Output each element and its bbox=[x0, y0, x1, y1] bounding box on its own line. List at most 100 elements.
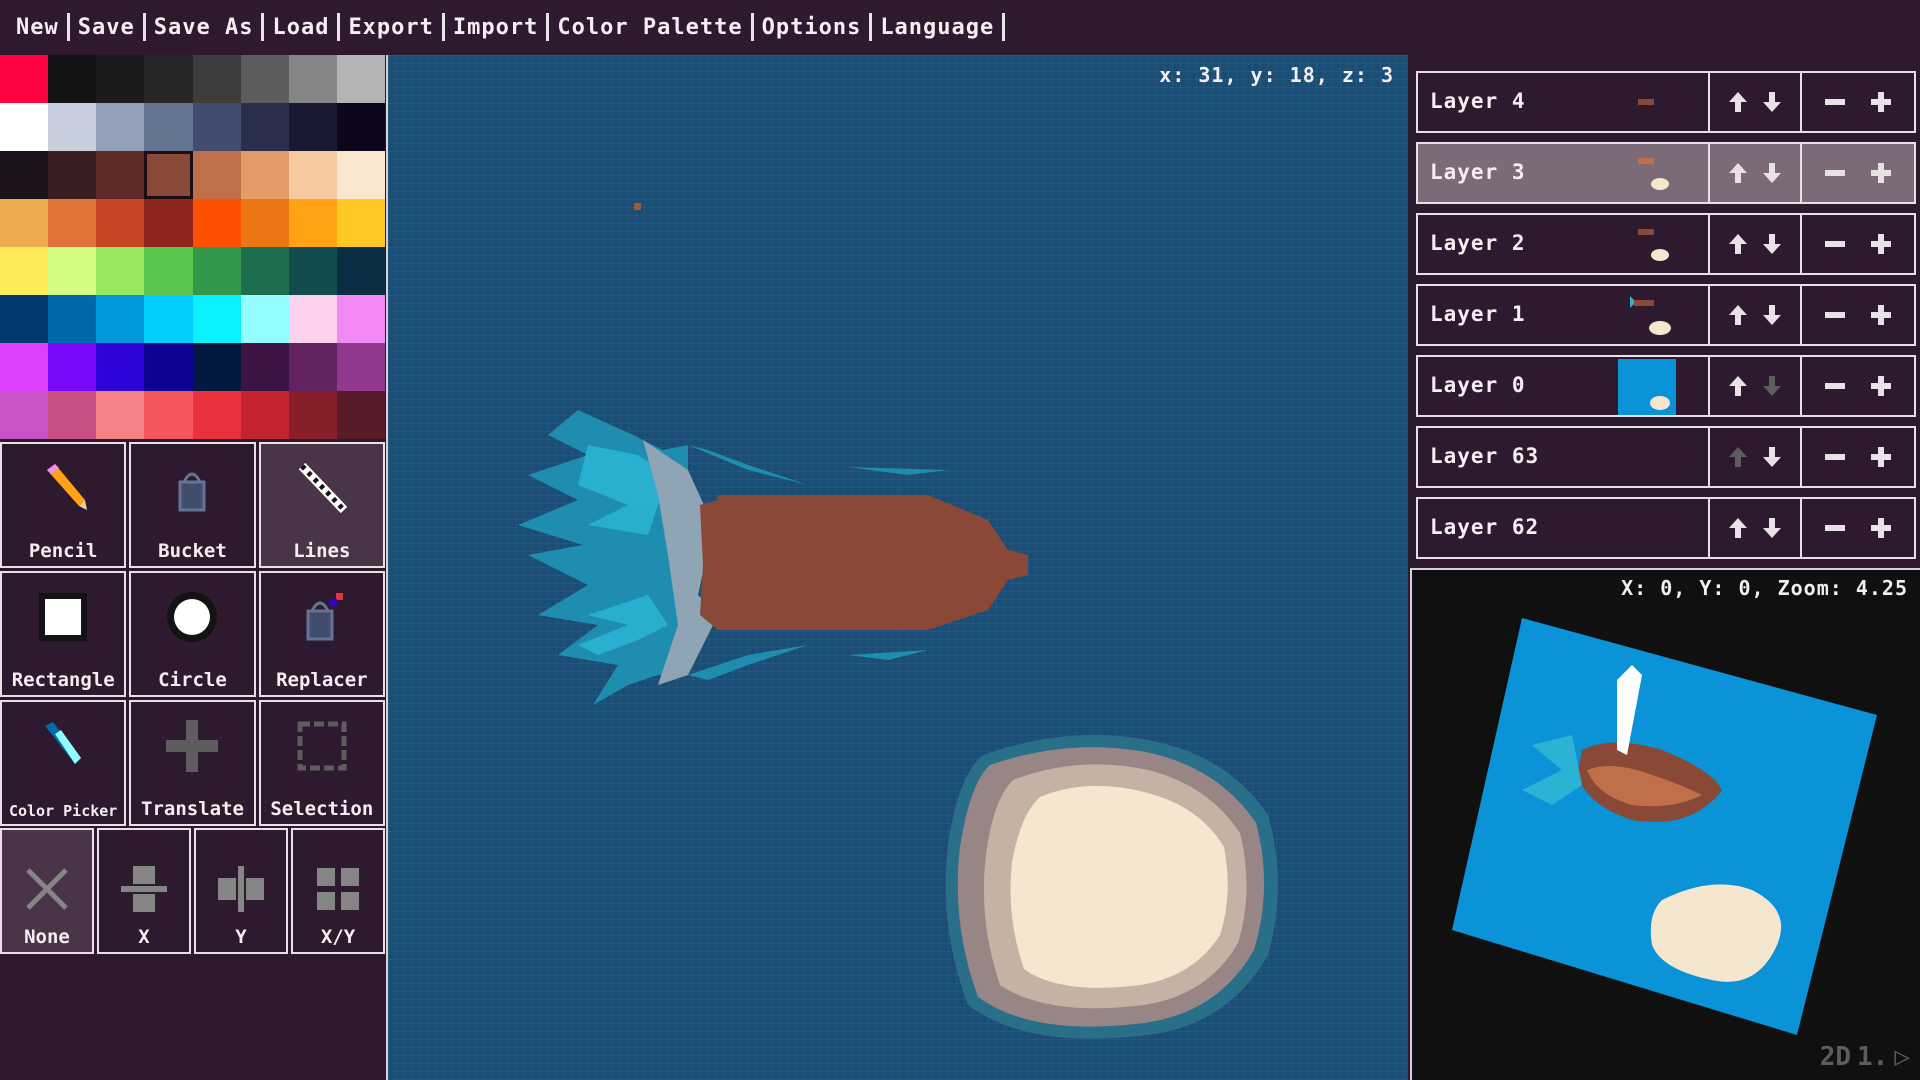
layer-name-cell[interactable]: Layer 4 bbox=[1418, 73, 1710, 131]
palette-swatch[interactable] bbox=[144, 103, 192, 151]
layer-row[interactable]: Layer 0 bbox=[1416, 355, 1916, 417]
palette-swatch[interactable] bbox=[337, 55, 385, 103]
palette-swatch[interactable] bbox=[96, 391, 144, 439]
palette-swatch[interactable] bbox=[193, 103, 241, 151]
palette-swatch[interactable] bbox=[96, 55, 144, 103]
palette-swatch[interactable] bbox=[0, 199, 48, 247]
palette-swatch[interactable] bbox=[144, 343, 192, 391]
palette-swatch[interactable] bbox=[289, 295, 337, 343]
palette-swatch[interactable] bbox=[0, 55, 48, 103]
palette-swatch[interactable] bbox=[289, 391, 337, 439]
palette-swatch[interactable] bbox=[96, 151, 144, 199]
palette-swatch[interactable] bbox=[0, 295, 48, 343]
palette-swatch[interactable] bbox=[289, 103, 337, 151]
menu-color-palette[interactable]: Color Palette bbox=[551, 15, 748, 40]
menu-export[interactable]: Export bbox=[342, 15, 439, 40]
layer-row[interactable]: Layer 3 bbox=[1416, 142, 1916, 204]
layer-name-cell[interactable]: Layer 62 bbox=[1418, 499, 1710, 557]
mirror-none-button[interactable]: None bbox=[0, 828, 94, 954]
3d-preview[interactable]: X: 0, Y: 0, Zoom: 4.25 2D1.▷ bbox=[1410, 568, 1920, 1080]
palette-swatch[interactable] bbox=[289, 343, 337, 391]
view-mode-2d-button[interactable]: 2D bbox=[1820, 1042, 1851, 1072]
palette-swatch[interactable] bbox=[144, 151, 192, 199]
move-layer-up-icon[interactable] bbox=[1726, 516, 1750, 540]
move-layer-down-icon[interactable] bbox=[1760, 516, 1784, 540]
add-layer-icon[interactable] bbox=[1869, 161, 1893, 185]
palette-swatch[interactable] bbox=[193, 295, 241, 343]
palette-swatch[interactable] bbox=[144, 391, 192, 439]
palette-swatch[interactable] bbox=[241, 55, 289, 103]
palette-swatch[interactable] bbox=[337, 247, 385, 295]
palette-swatch[interactable] bbox=[48, 391, 96, 439]
move-layer-down-icon[interactable] bbox=[1760, 303, 1784, 327]
palette-swatch[interactable] bbox=[241, 343, 289, 391]
palette-swatch[interactable] bbox=[193, 199, 241, 247]
move-layer-up-icon[interactable] bbox=[1726, 90, 1750, 114]
mirror-y-button[interactable]: Y bbox=[194, 828, 288, 954]
add-layer-icon[interactable] bbox=[1869, 303, 1893, 327]
menu-import[interactable]: Import bbox=[447, 15, 544, 40]
palette-swatch[interactable] bbox=[289, 247, 337, 295]
palette-swatch[interactable] bbox=[144, 247, 192, 295]
palette-swatch[interactable] bbox=[144, 199, 192, 247]
palette-swatch[interactable] bbox=[193, 55, 241, 103]
remove-layer-icon[interactable] bbox=[1823, 516, 1847, 540]
palette-swatch[interactable] bbox=[96, 343, 144, 391]
move-layer-down-icon[interactable] bbox=[1760, 90, 1784, 114]
tool-bucket[interactable]: Bucket bbox=[129, 442, 255, 568]
palette-swatch[interactable] bbox=[193, 391, 241, 439]
palette-swatch[interactable] bbox=[241, 103, 289, 151]
palette-swatch[interactable] bbox=[241, 151, 289, 199]
layer-name-cell[interactable]: Layer 1 bbox=[1418, 286, 1710, 344]
palette-swatch[interactable] bbox=[241, 199, 289, 247]
remove-layer-icon[interactable] bbox=[1823, 445, 1847, 469]
palette-swatch[interactable] bbox=[0, 103, 48, 151]
tool-translate[interactable]: Translate bbox=[129, 700, 255, 826]
palette-swatch[interactable] bbox=[193, 343, 241, 391]
layer-name-cell[interactable]: Layer 0 bbox=[1418, 357, 1710, 415]
move-layer-down-icon[interactable] bbox=[1760, 232, 1784, 256]
palette-swatch[interactable] bbox=[48, 103, 96, 151]
tool-selection[interactable]: Selection bbox=[259, 700, 385, 826]
tool-circle[interactable]: Circle bbox=[129, 571, 255, 697]
menu-options[interactable]: Options bbox=[756, 15, 868, 40]
layer-name-cell[interactable]: Layer 63 bbox=[1418, 428, 1710, 486]
palette-swatch[interactable] bbox=[193, 151, 241, 199]
palette-swatch[interactable] bbox=[0, 391, 48, 439]
menu-save[interactable]: Save bbox=[72, 15, 141, 40]
palette-swatch[interactable] bbox=[48, 151, 96, 199]
remove-layer-icon[interactable] bbox=[1823, 232, 1847, 256]
palette-swatch[interactable] bbox=[241, 391, 289, 439]
menu-new[interactable]: New bbox=[10, 15, 65, 40]
palette-swatch[interactable] bbox=[96, 103, 144, 151]
tool-lines[interactable]: Lines bbox=[259, 442, 385, 568]
tool-replacer[interactable]: Replacer bbox=[259, 571, 385, 697]
remove-layer-icon[interactable] bbox=[1823, 374, 1847, 398]
play-button[interactable]: ▷ bbox=[1894, 1042, 1910, 1072]
move-layer-up-icon[interactable] bbox=[1726, 374, 1750, 398]
move-layer-up-icon[interactable] bbox=[1726, 232, 1750, 256]
layer-row[interactable]: Layer 2 bbox=[1416, 213, 1916, 275]
move-layer-down-icon[interactable] bbox=[1760, 445, 1784, 469]
drawing-canvas[interactable]: x: 31, y: 18, z: 3 bbox=[386, 55, 1408, 1080]
add-layer-icon[interactable] bbox=[1869, 232, 1893, 256]
palette-swatch[interactable] bbox=[0, 343, 48, 391]
add-layer-icon[interactable] bbox=[1869, 516, 1893, 540]
palette-swatch[interactable] bbox=[289, 199, 337, 247]
menu-load[interactable]: Load bbox=[266, 15, 335, 40]
layer-row[interactable]: Layer 1 bbox=[1416, 284, 1916, 346]
layer-row[interactable]: Layer 62 bbox=[1416, 497, 1916, 559]
tool-pencil[interactable]: Pencil bbox=[0, 442, 126, 568]
remove-layer-icon[interactable] bbox=[1823, 90, 1847, 114]
palette-swatch[interactable] bbox=[337, 199, 385, 247]
move-layer-down-icon[interactable] bbox=[1760, 161, 1784, 185]
remove-layer-icon[interactable] bbox=[1823, 161, 1847, 185]
palette-swatch[interactable] bbox=[48, 55, 96, 103]
palette-swatch[interactable] bbox=[96, 247, 144, 295]
palette-swatch[interactable] bbox=[337, 151, 385, 199]
add-layer-icon[interactable] bbox=[1869, 445, 1893, 469]
palette-swatch[interactable] bbox=[144, 295, 192, 343]
palette-swatch[interactable] bbox=[0, 247, 48, 295]
palette-swatch[interactable] bbox=[48, 247, 96, 295]
layer-row[interactable]: Layer 4 bbox=[1416, 71, 1916, 133]
